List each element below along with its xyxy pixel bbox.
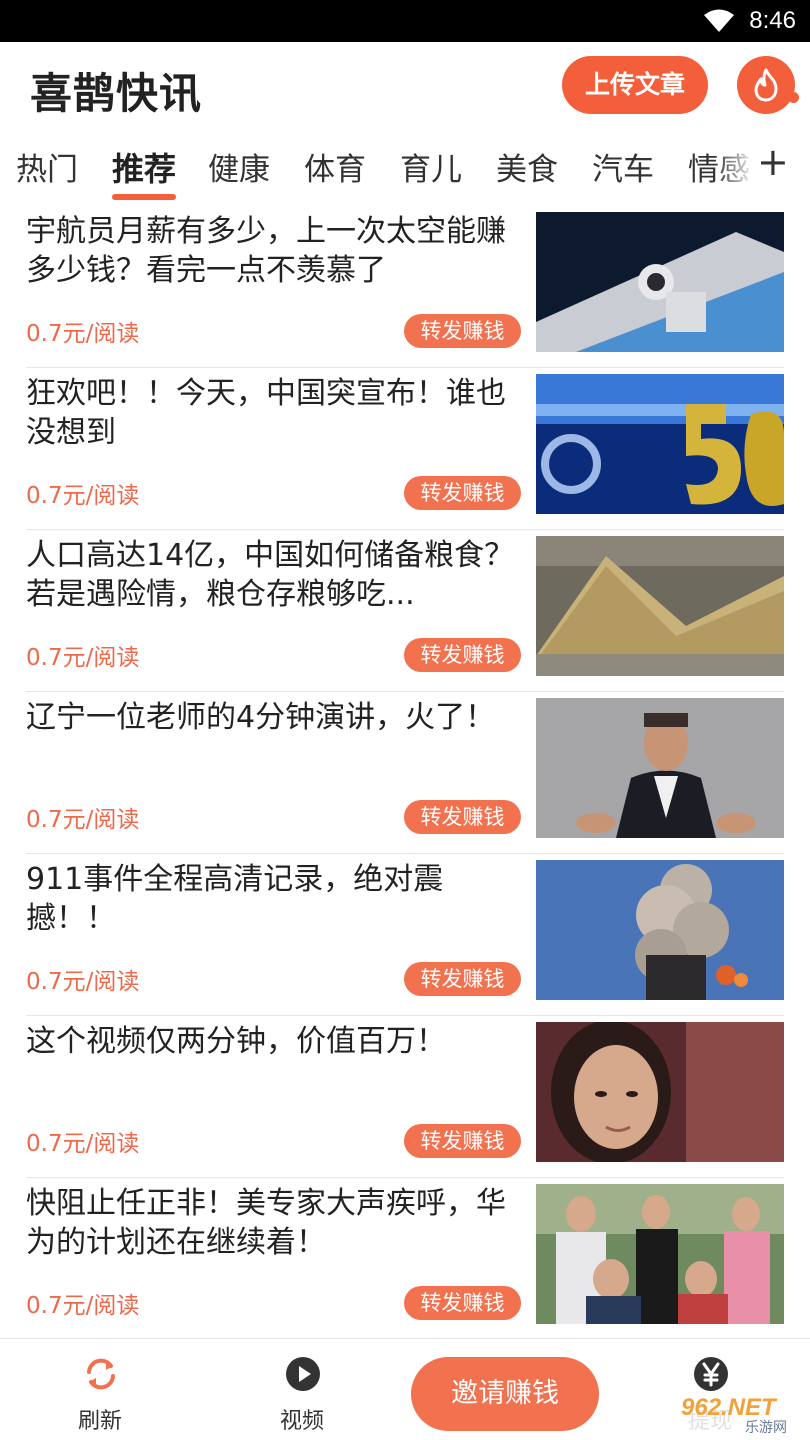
- article-rate: 0.7元/阅读: [26, 1293, 140, 1319]
- article-item[interactable]: 这个视频仅两分钟，价值百万！ 0.7元/阅读 转发赚钱: [0, 1016, 810, 1178]
- share-earn-button[interactable]: 转发赚钱: [404, 800, 521, 834]
- watermark-subtext: 乐游网: [745, 1420, 787, 1435]
- share-earn-button[interactable]: 转发赚钱: [404, 476, 521, 510]
- upload-article-button[interactable]: 上传文章: [562, 56, 708, 114]
- article-item[interactable]: 狂欢吧！！今天，中国突宣布！谁也没想到 0.7元/阅读 转发赚钱: [0, 368, 810, 530]
- category-tabs: 热门 推荐 健康 体育 育儿 美食 汽车 情感 +: [0, 134, 810, 206]
- article-rate: 0.7元/阅读: [26, 969, 140, 995]
- play-icon: [286, 1357, 320, 1391]
- tab-hot[interactable]: 热门: [16, 144, 78, 189]
- article-rate: 0.7元/阅读: [26, 1131, 140, 1157]
- site-watermark: 962.NET 乐游网: [675, 1391, 810, 1435]
- fire-icon: [754, 68, 778, 102]
- tab-sports[interactable]: 体育: [304, 144, 366, 189]
- status-time: 8:46: [749, 7, 796, 34]
- article-title[interactable]: 辽宁一位老师的4分钟演讲，火了！: [26, 698, 526, 737]
- article-item[interactable]: 人口高达14亿，中国如何储备粮食？若是遇险情，粮仓存粮够吃... 0.7元/阅读…: [0, 530, 810, 692]
- nav-refresh[interactable]: 刷新: [50, 1339, 150, 1440]
- article-rate: 0.7元/阅读: [26, 321, 140, 347]
- article-rate: 0.7元/阅读: [26, 483, 140, 509]
- article-title[interactable]: 人口高达14亿，中国如何储备粮食？若是遇险情，粮仓存粮够吃...: [26, 536, 526, 614]
- article-title[interactable]: 这个视频仅两分钟，价值百万！: [26, 1022, 526, 1061]
- tab-parenting[interactable]: 育儿: [400, 144, 462, 189]
- hot-button[interactable]: [737, 56, 795, 114]
- share-earn-button[interactable]: 转发赚钱: [404, 314, 521, 348]
- share-earn-button[interactable]: 转发赚钱: [404, 962, 521, 996]
- article-item[interactable]: 宇航员月薪有多少，上一次太空能赚多少钱？看完一点不羡慕了 0.7元/阅读 转发赚…: [0, 206, 810, 368]
- article-item[interactable]: 快阻止任正非！美专家大声疾呼，华为的计划还在继续着！ 0.7元/阅读 转发赚钱: [0, 1178, 810, 1340]
- article-title[interactable]: 宇航员月薪有多少，上一次太空能赚多少钱？看完一点不羡慕了: [26, 212, 526, 290]
- share-earn-button[interactable]: 转发赚钱: [404, 1286, 521, 1320]
- grain-image[interactable]: [536, 536, 784, 676]
- article-title[interactable]: 911事件全程高清记录，绝对震撼！！: [26, 860, 526, 938]
- active-tab-indicator: [112, 194, 176, 200]
- wifi-icon: [704, 9, 734, 32]
- speaker-image[interactable]: [536, 698, 784, 838]
- article-rate: 0.7元/阅读: [26, 645, 140, 671]
- tab-fade: [715, 134, 755, 206]
- article-item[interactable]: 911事件全程高清记录，绝对震撼！！ 0.7元/阅读 转发赚钱: [0, 854, 810, 1016]
- yen-icon: [694, 1357, 728, 1391]
- tab-recommended[interactable]: 推荐: [112, 144, 176, 190]
- tab-health[interactable]: 健康: [208, 144, 270, 189]
- app-header: 喜鹊快讯 上传文章: [0, 42, 810, 134]
- nav-refresh-label: 刷新: [77, 1409, 122, 1434]
- watermark-text: 962.NET: [681, 1394, 778, 1421]
- refresh-icon: [87, 1358, 115, 1390]
- tab-auto[interactable]: 汽车: [592, 144, 654, 189]
- nav-video[interactable]: 视频: [252, 1339, 352, 1440]
- article-title[interactable]: 快阻止任正非！美专家大声疾呼，华为的计划还在继续着！: [26, 1184, 526, 1262]
- smoke-image[interactable]: [536, 860, 784, 1000]
- app-title: 喜鹊快讯: [30, 69, 203, 118]
- 5g-image[interactable]: [536, 374, 784, 514]
- status-bar: 8:46: [0, 0, 810, 42]
- article-title[interactable]: 狂欢吧！！今天，中国突宣布！谁也没想到: [26, 374, 526, 452]
- notification-dot: [788, 92, 799, 103]
- invite-earn-button[interactable]: 邀请赚钱: [411, 1357, 599, 1431]
- nav-video-label: 视频: [279, 1409, 324, 1434]
- add-tab-button[interactable]: +: [757, 140, 789, 184]
- woman-image[interactable]: [536, 1022, 784, 1162]
- share-earn-button[interactable]: 转发赚钱: [404, 638, 521, 672]
- article-item[interactable]: 辽宁一位老师的4分钟演讲，火了！ 0.7元/阅读 转发赚钱: [0, 692, 810, 854]
- bottom-nav: 刷新 视频 邀请赚钱 提现 962.NET 乐游网: [0, 1338, 810, 1440]
- article-rate: 0.7元/阅读: [26, 807, 140, 833]
- share-earn-button[interactable]: 转发赚钱: [404, 1124, 521, 1158]
- group-photo-image[interactable]: [536, 1184, 784, 1324]
- tab-food[interactable]: 美食: [496, 144, 558, 189]
- astronaut-image[interactable]: [536, 212, 784, 352]
- article-feed: 宇航员月薪有多少，上一次太空能赚多少钱？看完一点不羡慕了 0.7元/阅读 转发赚…: [0, 206, 810, 1340]
